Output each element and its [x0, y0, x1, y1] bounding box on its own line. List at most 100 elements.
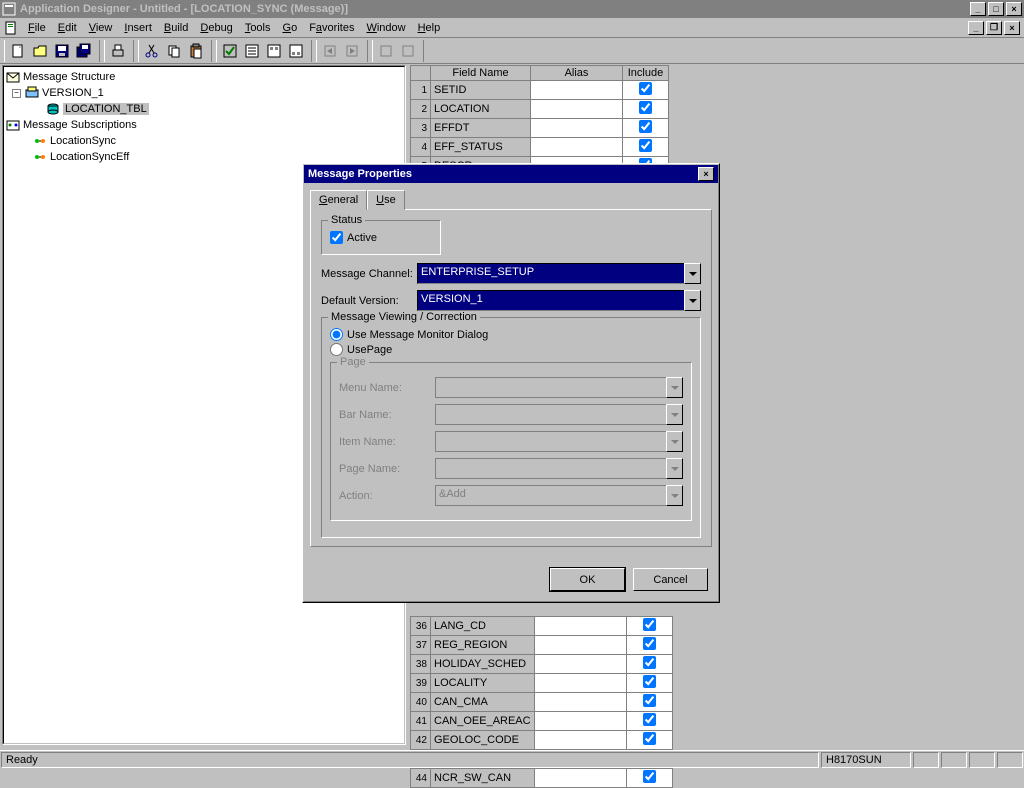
- include-checkbox[interactable]: [639, 139, 652, 152]
- include-checkbox[interactable]: [643, 618, 656, 631]
- version-icon: [25, 86, 39, 100]
- minimize-button[interactable]: _: [970, 2, 986, 16]
- toolbar: [0, 38, 1024, 64]
- include-checkbox[interactable]: [643, 732, 656, 745]
- status-legend: Status: [328, 214, 365, 226]
- chevron-down-icon[interactable]: [684, 290, 701, 311]
- mdi-restore-button[interactable]: ❐: [986, 21, 1002, 35]
- include-checkbox[interactable]: [639, 101, 652, 114]
- message-properties-dialog: Message Properties × General Use Status: [302, 163, 720, 603]
- include-checkbox[interactable]: [643, 770, 656, 783]
- collapse-icon[interactable]: −: [12, 89, 21, 98]
- chevron-down-icon[interactable]: [684, 263, 701, 284]
- ok-button[interactable]: OK: [550, 568, 625, 591]
- dialog-close-button[interactable]: ×: [698, 167, 714, 181]
- menu-debug[interactable]: Debug: [194, 20, 238, 36]
- menu-favorites[interactable]: Favorites: [303, 20, 360, 36]
- table-row[interactable]: 37REG_REGION: [411, 636, 673, 655]
- version-label: Default Version:: [321, 295, 417, 307]
- opt-page[interactable]: Use Page: [330, 343, 692, 356]
- menu-tools[interactable]: Tools: [239, 20, 277, 36]
- app-titlebar: Application Designer - Untitled - [LOCAT…: [0, 0, 1024, 18]
- dialog-titlebar[interactable]: Message Properties ×: [304, 165, 718, 183]
- menu-name-label: Menu Name:: [339, 382, 435, 394]
- menubar: File Edit View Insert Build Debug Tools …: [0, 18, 1024, 38]
- table-row[interactable]: 4EFF_STATUS: [411, 138, 669, 157]
- page-name-combo: [435, 458, 683, 479]
- tool-nav-forward-icon[interactable]: [341, 40, 363, 62]
- include-checkbox[interactable]: [643, 675, 656, 688]
- table-row[interactable]: 38HOLIDAY_SCHED: [411, 655, 673, 674]
- include-checkbox[interactable]: [639, 120, 652, 133]
- tool-nav-back-icon[interactable]: [319, 40, 341, 62]
- tool-saveall-icon[interactable]: [73, 40, 95, 62]
- channel-combo[interactable]: ENTERPRISE_SETUP: [417, 263, 701, 284]
- tree-subs[interactable]: Message Subscriptions: [6, 117, 402, 133]
- tool-properties-icon[interactable]: [241, 40, 263, 62]
- menu-help[interactable]: Help: [412, 20, 447, 36]
- include-checkbox[interactable]: [643, 637, 656, 650]
- tool-options-icon[interactable]: [285, 40, 307, 62]
- tree-table[interactable]: LOCATION_TBL: [6, 101, 402, 117]
- menu-file[interactable]: File: [22, 20, 52, 36]
- maximize-button[interactable]: □: [988, 2, 1004, 16]
- status-cell-1: [913, 752, 939, 768]
- menu-build[interactable]: Build: [158, 20, 194, 36]
- cancel-button[interactable]: Cancel: [633, 568, 708, 591]
- channel-label: Message Channel:: [321, 268, 417, 280]
- status-server: H8170SUN: [821, 752, 911, 768]
- table-row[interactable]: 44NCR_SW_CAN: [411, 769, 673, 788]
- col-alias[interactable]: Alias: [531, 66, 623, 81]
- status-cell-2: [941, 752, 967, 768]
- tree-root[interactable]: Message Structure: [6, 69, 402, 85]
- menu-go[interactable]: Go: [277, 20, 304, 36]
- tree-version[interactable]: − VERSION_1: [6, 85, 402, 101]
- tool-misc1-icon[interactable]: [375, 40, 397, 62]
- app-title: Application Designer - Untitled - [LOCAT…: [20, 3, 970, 15]
- tool-new-icon[interactable]: [7, 40, 29, 62]
- table-row[interactable]: 3EFFDT: [411, 119, 669, 138]
- sub-icon: [33, 134, 47, 148]
- tool-cut-icon[interactable]: [141, 40, 163, 62]
- tool-misc2-icon[interactable]: [397, 40, 419, 62]
- tree-sub1[interactable]: LocationSync: [6, 133, 402, 149]
- table-row[interactable]: 41CAN_OEE_AREAC: [411, 712, 673, 731]
- bar-name-combo: [435, 404, 683, 425]
- status-cell-3: [969, 752, 995, 768]
- menu-insert[interactable]: Insert: [118, 20, 158, 36]
- menu-view[interactable]: View: [83, 20, 119, 36]
- include-checkbox[interactable]: [643, 713, 656, 726]
- col-field-name[interactable]: Field Name: [431, 66, 531, 81]
- menu-name-combo: [435, 377, 683, 398]
- include-checkbox[interactable]: [643, 694, 656, 707]
- active-checkbox[interactable]: Active: [330, 231, 432, 244]
- table-row[interactable]: 2LOCATION: [411, 100, 669, 119]
- opt-monitor[interactable]: Use Message Monitor Dialog: [330, 328, 692, 341]
- table-row[interactable]: 1SETID: [411, 81, 669, 100]
- table-row[interactable]: 36LANG_CD: [411, 617, 673, 636]
- tool-validate-icon[interactable]: [219, 40, 241, 62]
- menu-window[interactable]: Window: [360, 20, 411, 36]
- tool-copy-icon[interactable]: [163, 40, 185, 62]
- tab-general[interactable]: General: [310, 190, 367, 210]
- tool-save-icon[interactable]: [51, 40, 73, 62]
- tool-build-icon[interactable]: [263, 40, 285, 62]
- mdi-close-button[interactable]: ×: [1004, 21, 1020, 35]
- close-button[interactable]: ×: [1006, 2, 1022, 16]
- table-row[interactable]: 40CAN_CMA: [411, 693, 673, 712]
- tool-print-icon[interactable]: [107, 40, 129, 62]
- tool-paste-icon[interactable]: [185, 40, 207, 62]
- include-checkbox[interactable]: [639, 82, 652, 95]
- table-row[interactable]: 42GEOLOC_CODE: [411, 731, 673, 750]
- mdi-minimize-button[interactable]: _: [968, 21, 984, 35]
- item-name-label: Item Name:: [339, 436, 435, 448]
- include-checkbox[interactable]: [643, 656, 656, 669]
- action-combo: &Add: [435, 485, 683, 506]
- col-include[interactable]: Include: [623, 66, 669, 81]
- tab-use[interactable]: Use: [367, 190, 405, 210]
- version-combo[interactable]: VERSION_1: [417, 290, 701, 311]
- table-row[interactable]: 39LOCALITY: [411, 674, 673, 693]
- menu-edit[interactable]: Edit: [52, 20, 83, 36]
- tool-open-icon[interactable]: [29, 40, 51, 62]
- item-name-combo: [435, 431, 683, 452]
